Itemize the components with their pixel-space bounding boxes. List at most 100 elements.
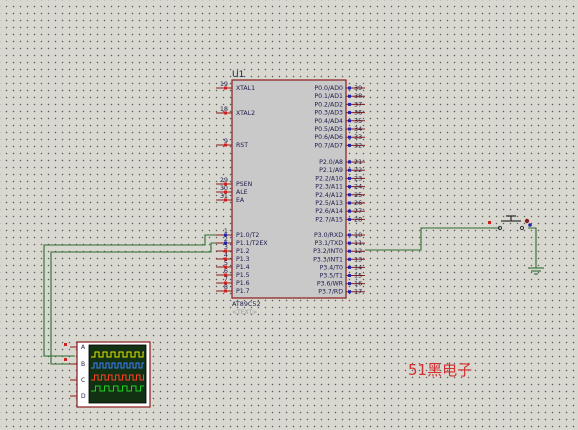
wire-p32-to-button bbox=[365, 227, 500, 251]
pin-p2-0-a8[interactable]: 21 P2.0/A8 bbox=[319, 158, 365, 166]
pin-p2-5-a13[interactable]: 26 P2.5/A13 bbox=[315, 199, 365, 207]
pin-number: 26 bbox=[354, 199, 362, 207]
pin-label: XTAL2 bbox=[236, 110, 255, 117]
pin-p3-5-t1[interactable]: 15 P3.5/T1 bbox=[320, 272, 365, 280]
pin-p3-0-rxd[interactable]: 10 P3.0/RXD bbox=[314, 231, 365, 239]
pin-number: 14 bbox=[354, 263, 362, 271]
button-actuator-dot[interactable] bbox=[524, 218, 530, 224]
pin-number: 19 bbox=[220, 80, 228, 88]
pin-p2-4-a12[interactable]: 25 P2.4/A12 bbox=[315, 191, 365, 199]
pin-label: P0.0/AD0 bbox=[314, 85, 343, 92]
pin-p2-6-a14[interactable]: 27 P2.6/A14 bbox=[315, 207, 365, 215]
oscilloscope[interactable]: ABCD bbox=[64, 341, 151, 408]
pin-number: 7 bbox=[224, 275, 228, 283]
pin-p3-4-t0[interactable]: 14 P3.4/T0 bbox=[320, 263, 365, 271]
pin-state-marker bbox=[348, 86, 351, 90]
pin-label: P0.1/AD1 bbox=[314, 93, 343, 100]
pin-label: P1.0/T2 bbox=[236, 232, 259, 239]
scope-channel-label: B bbox=[81, 361, 85, 368]
pin-p0-1-ad1[interactable]: 38 P0.1/AD1 bbox=[314, 92, 365, 100]
scope-probe-marker-b bbox=[64, 358, 67, 361]
mcu-u1[interactable]: U1 19 XTAL1 18 XTAL2 9 RST 29 PSEN 30 ALE 31 EA 1 P1.… bbox=[216, 70, 365, 316]
pin-p0-3-ad3[interactable]: 36 P0.3/AD3 bbox=[314, 109, 365, 117]
pin-number: 33 bbox=[354, 133, 362, 141]
pin-number: 27 bbox=[354, 207, 362, 215]
pin-p0-7-ad7[interactable]: 32 P0.7/AD7 bbox=[314, 141, 365, 149]
pin-p2-2-a10[interactable]: 23 P2.2/A10 bbox=[315, 174, 365, 182]
pin-label: P1.4 bbox=[236, 264, 250, 271]
pin-state-marker bbox=[348, 160, 351, 164]
pin-number: 2 bbox=[224, 235, 228, 243]
button-probe-marker bbox=[488, 221, 491, 224]
pin-label: P3.0/RXD bbox=[314, 232, 343, 239]
pin-label: P0.6/AD6 bbox=[314, 134, 343, 141]
pin-label: P1.7 bbox=[236, 288, 250, 295]
pin-label: P3.4/T0 bbox=[320, 264, 343, 271]
pin-p3-3-int1[interactable]: 13 P3.3/INT1 bbox=[313, 255, 365, 263]
pin-number: 17 bbox=[354, 288, 362, 296]
pin-state-marker bbox=[348, 282, 351, 286]
pin-p0-4-ad4[interactable]: 35 P0.4/AD4 bbox=[314, 117, 365, 125]
pin-p2-7-a15[interactable]: 28 P2.7/A15 bbox=[315, 215, 365, 223]
pin-state-marker bbox=[348, 209, 351, 213]
pin-p0-2-ad2[interactable]: 37 P0.2/AD2 bbox=[314, 100, 365, 108]
pin-p3-6-wr[interactable]: 16 P3.6/WR bbox=[317, 280, 365, 288]
pin-label: P2.5/A13 bbox=[315, 200, 343, 207]
pin-label: P2.4/A12 bbox=[315, 192, 343, 199]
pin-number: 4 bbox=[224, 251, 228, 259]
pin-label: P3.3/INT1 bbox=[313, 256, 343, 263]
pin-p3-1-txd[interactable]: 11 P3.1/TXD bbox=[315, 239, 365, 247]
pin-state-marker bbox=[348, 201, 351, 205]
pin-state-marker bbox=[348, 257, 351, 261]
pin-state-marker bbox=[348, 274, 351, 277]
pin-number: 32 bbox=[354, 141, 362, 149]
pin-number: 28 bbox=[354, 215, 362, 223]
pin-number: 29 bbox=[220, 176, 228, 184]
schematic-canvas[interactable]: U1 19 XTAL1 18 XTAL2 9 RST 29 PSEN 30 ALE 31 EA 1 P1.… bbox=[0, 0, 578, 430]
pin-label: P0.3/AD3 bbox=[314, 110, 343, 117]
pin-p3-7-rd[interactable]: 17 P3.7/RD bbox=[318, 288, 365, 296]
pin-label: P0.2/AD2 bbox=[314, 101, 343, 108]
pin-label: P0.5/AD5 bbox=[314, 126, 343, 133]
scope-channel-label: D bbox=[81, 393, 86, 400]
pin-state-marker bbox=[348, 265, 351, 269]
pin-state-marker bbox=[348, 217, 351, 221]
scope-channel-label: C bbox=[81, 377, 85, 384]
pin-state-marker bbox=[348, 143, 351, 147]
pin-p0-5-ad5[interactable]: 34 P0.5/AD5 bbox=[314, 125, 365, 133]
pin-state-marker bbox=[348, 119, 351, 123]
pin-state-marker bbox=[348, 249, 351, 253]
pin-p0-6-ad6[interactable]: 33 P0.6/AD6 bbox=[314, 133, 365, 141]
pin-state-marker bbox=[348, 94, 351, 98]
pin-state-marker bbox=[348, 193, 351, 197]
pin-number: 37 bbox=[354, 100, 362, 108]
pin-p2-1-a9[interactable]: 22 P2.1/A9 bbox=[319, 166, 365, 174]
pin-label: P3.5/T1 bbox=[320, 273, 343, 280]
ground-symbol[interactable] bbox=[528, 267, 544, 275]
pin-label: P1.5 bbox=[236, 272, 250, 279]
pin-p0-0-ad0[interactable]: 39 P0.0/AD0 bbox=[314, 84, 365, 92]
pin-state-marker bbox=[348, 111, 351, 115]
pin-label: EA bbox=[236, 197, 245, 204]
pin-number: 30 bbox=[220, 184, 228, 192]
pin-p2-3-a11[interactable]: 24 P2.3/A11 bbox=[315, 183, 365, 191]
pin-number: 18 bbox=[220, 105, 228, 113]
pin-label: RST bbox=[236, 142, 248, 149]
pin-number: 11 bbox=[354, 239, 362, 247]
pin-label: P2.0/A8 bbox=[319, 159, 343, 166]
watermark-text: 51黑电子 bbox=[408, 361, 473, 379]
pin-state-marker bbox=[348, 176, 351, 180]
pin-number: 15 bbox=[354, 272, 362, 280]
pin-number: 39 bbox=[354, 84, 362, 92]
pin-number: 38 bbox=[354, 92, 362, 100]
button-pin-dot bbox=[528, 223, 532, 227]
pin-number: 10 bbox=[354, 231, 362, 239]
pin-number: 23 bbox=[354, 174, 362, 182]
pin-p3-2-int0[interactable]: 12 P3.2/INT0 bbox=[313, 247, 365, 255]
pin-label: P3.6/WR bbox=[317, 281, 344, 288]
pin-number: 16 bbox=[354, 280, 362, 288]
pin-number: 9 bbox=[224, 137, 228, 145]
wire-p10-to-scope-a bbox=[43, 234, 216, 357]
pin-state-marker bbox=[348, 135, 351, 139]
pin-label: P3.1/TXD bbox=[315, 240, 344, 247]
